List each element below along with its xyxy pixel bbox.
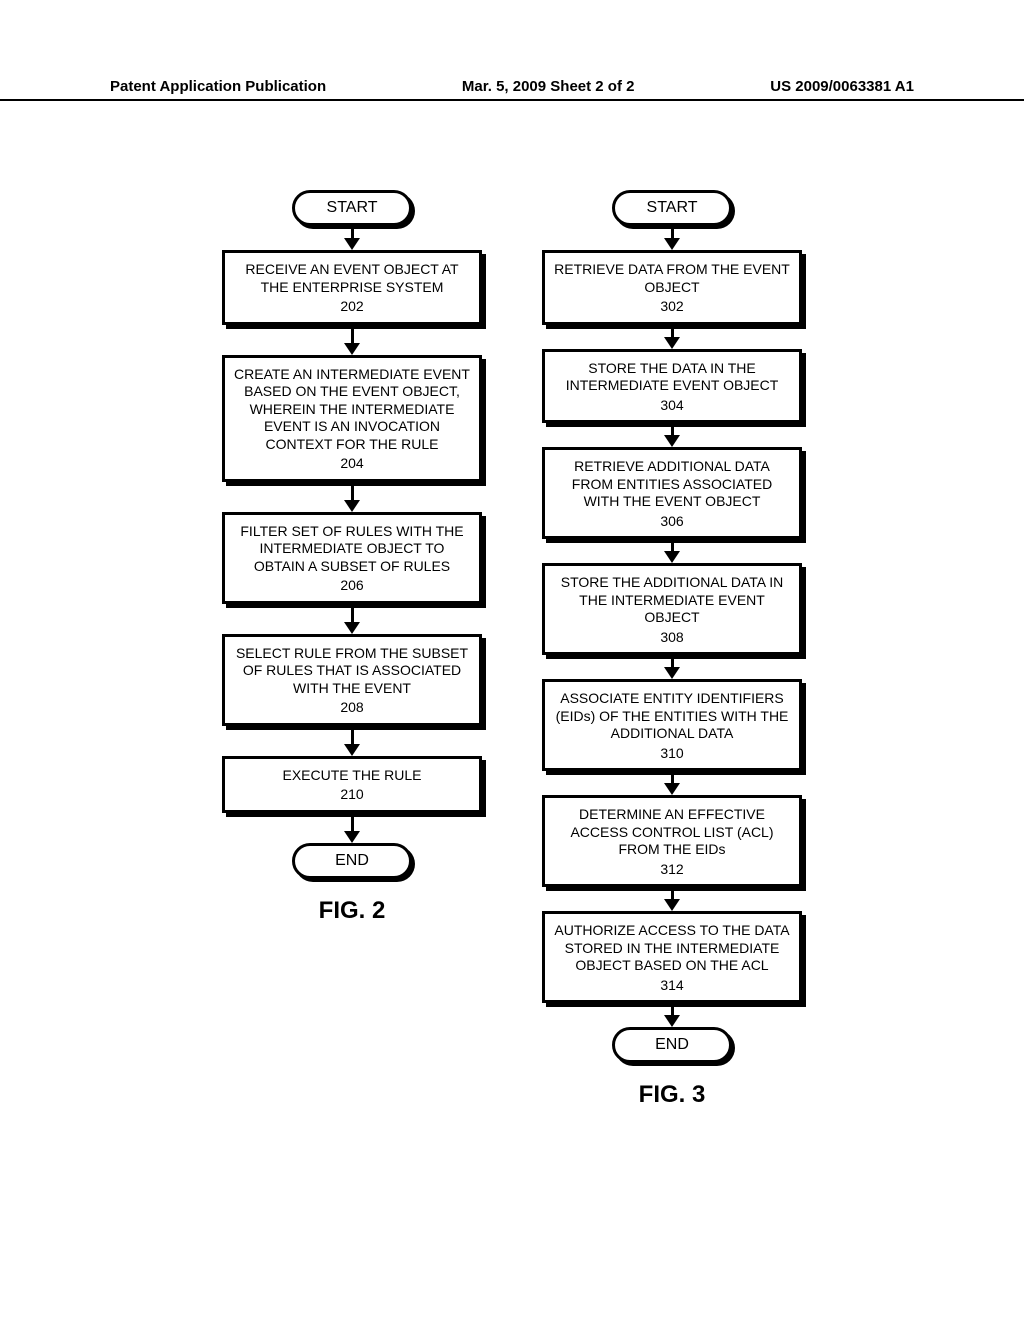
step-number: 206 <box>233 577 471 595</box>
step-text: STORE THE DATA IN THE INTERMEDIATE EVENT… <box>566 360 779 394</box>
step-text: DETERMINE AN EFFECTIVE ACCESS CONTROL LI… <box>570 806 773 857</box>
arrow-down-icon <box>664 657 680 679</box>
step-number: 308 <box>553 629 791 647</box>
step-text: FILTER SET OF RULES WITH THE INTERMEDIAT… <box>240 523 463 574</box>
arrow-down-icon <box>664 889 680 911</box>
step-number: 302 <box>553 298 791 316</box>
fig2-step-202: RECEIVE AN EVENT OBJECT AT THE ENTERPRIS… <box>222 250 482 325</box>
arrow-down-icon <box>344 484 360 512</box>
step-number: 202 <box>233 298 471 316</box>
step-text: RETRIEVE DATA FROM THE EVENT OBJECT <box>554 261 790 295</box>
step-text: RECEIVE AN EVENT OBJECT AT THE ENTERPRIS… <box>245 261 458 295</box>
figure-3: START RETRIEVE DATA FROM THE EVENT OBJEC… <box>542 190 802 1109</box>
step-number: 204 <box>233 455 471 473</box>
header-right: US 2009/0063381 A1 <box>770 78 914 95</box>
arrow-down-icon <box>664 773 680 795</box>
fig3-step-304: STORE THE DATA IN THE INTERMEDIATE EVENT… <box>542 349 802 424</box>
figure-3-label: FIG. 3 <box>639 1081 706 1109</box>
fig2-step-208: SELECT RULE FROM THE SUBSET OF RULES THA… <box>222 634 482 726</box>
step-text: RETRIEVE ADDITIONAL DATA FROM ENTITIES A… <box>572 458 772 509</box>
arrow-down-icon <box>344 728 360 756</box>
fig2-step-206: FILTER SET OF RULES WITH THE INTERMEDIAT… <box>222 512 482 604</box>
fig2-step-210: EXECUTE THE RULE 210 <box>222 756 482 813</box>
step-text: SELECT RULE FROM THE SUBSET OF RULES THA… <box>236 645 468 696</box>
figures-area: START RECEIVE AN EVENT OBJECT AT THE ENT… <box>0 190 1024 1109</box>
arrow-down-icon <box>344 606 360 634</box>
step-text: CREATE AN INTERMEDIATE EVENT BASED ON TH… <box>234 366 470 452</box>
page: Patent Application Publication Mar. 5, 2… <box>0 0 1024 1320</box>
fig3-step-308: STORE THE ADDITIONAL DATA IN THE INTERME… <box>542 563 802 655</box>
arrow-down-icon <box>664 425 680 447</box>
step-number: 306 <box>553 513 791 531</box>
fig3-step-310: ASSOCIATE ENTITY IDENTIFIERS (EIDs) OF T… <box>542 679 802 771</box>
arrow-down-icon <box>344 228 360 250</box>
fig2-start-terminator: START <box>292 190 412 226</box>
step-text: EXECUTE THE RULE <box>283 767 422 783</box>
step-number: 314 <box>553 977 791 995</box>
fig3-step-312: DETERMINE AN EFFECTIVE ACCESS CONTROL LI… <box>542 795 802 887</box>
fig3-step-302: RETRIEVE DATA FROM THE EVENT OBJECT 302 <box>542 250 802 325</box>
header-center: Mar. 5, 2009 Sheet 2 of 2 <box>462 78 635 95</box>
fig3-step-314: AUTHORIZE ACCESS TO THE DATA STORED IN T… <box>542 911 802 1003</box>
fig3-start-terminator: START <box>612 190 732 226</box>
step-number: 210 <box>233 786 471 804</box>
fig2-step-204: CREATE AN INTERMEDIATE EVENT BASED ON TH… <box>222 355 482 482</box>
arrow-down-icon <box>664 228 680 250</box>
figure-2: START RECEIVE AN EVENT OBJECT AT THE ENT… <box>222 190 482 1109</box>
step-number: 310 <box>553 745 791 763</box>
fig3-end-terminator: END <box>612 1027 732 1063</box>
arrow-down-icon <box>664 1005 680 1027</box>
fig2-end-terminator: END <box>292 843 412 879</box>
step-number: 312 <box>553 861 791 879</box>
step-text: ASSOCIATE ENTITY IDENTIFIERS (EIDs) OF T… <box>556 690 789 741</box>
step-number: 304 <box>553 397 791 415</box>
step-text: STORE THE ADDITIONAL DATA IN THE INTERME… <box>561 574 784 625</box>
step-text: AUTHORIZE ACCESS TO THE DATA STORED IN T… <box>554 922 789 973</box>
header-left: Patent Application Publication <box>110 78 326 95</box>
step-number: 208 <box>233 699 471 717</box>
arrow-down-icon <box>344 327 360 355</box>
arrow-down-icon <box>664 327 680 349</box>
arrow-down-icon <box>664 541 680 563</box>
page-header: Patent Application Publication Mar. 5, 2… <box>0 78 1024 101</box>
figure-2-label: FIG. 2 <box>319 897 386 925</box>
arrow-down-icon <box>344 815 360 843</box>
fig3-step-306: RETRIEVE ADDITIONAL DATA FROM ENTITIES A… <box>542 447 802 539</box>
